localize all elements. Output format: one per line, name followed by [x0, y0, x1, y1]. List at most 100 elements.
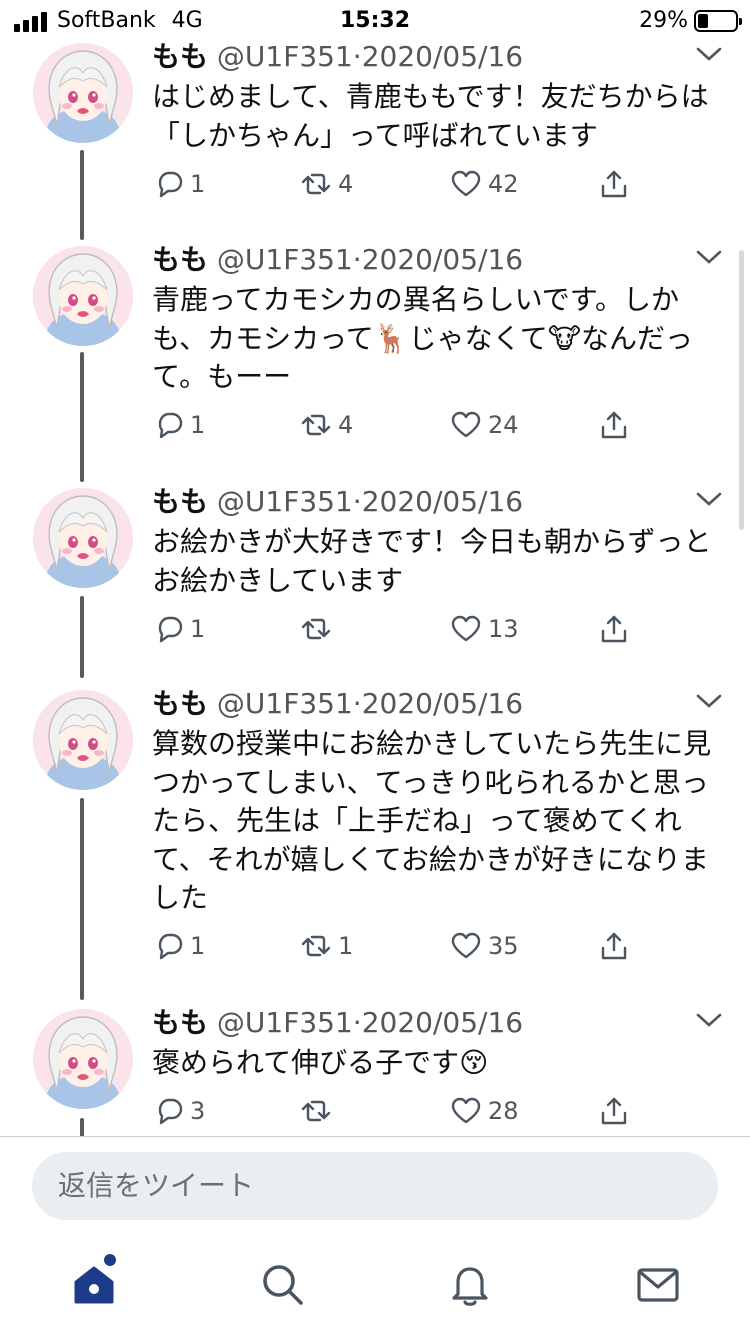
like-count: 13 — [488, 615, 519, 643]
share-button[interactable] — [598, 168, 630, 200]
display-name[interactable]: もも — [152, 485, 208, 518]
reply-count: 1 — [190, 411, 206, 439]
tweet-header: もも @U1F351·2020/05/16 — [152, 243, 523, 277]
avatar[interactable] — [33, 488, 133, 588]
tweet-text: お絵かきが大好きです！今日も朝からずっとお絵かきしています — [152, 525, 712, 597]
like-button[interactable]: 24 — [450, 409, 519, 441]
battery-status: 29% — [639, 8, 742, 33]
heart-icon — [451, 411, 481, 438]
tab-search[interactable] — [258, 1260, 306, 1308]
like-button[interactable]: 42 — [450, 168, 519, 200]
like-button[interactable]: 13 — [450, 613, 519, 645]
reply-button[interactable]: 1 — [152, 409, 205, 441]
thread-connector — [80, 150, 84, 240]
reply-count: 1 — [190, 170, 206, 198]
retweet-icon — [301, 935, 331, 957]
separator: · — [352, 243, 362, 276]
reply-count: 3 — [190, 1097, 206, 1125]
heart-icon — [451, 932, 481, 959]
chevron-down-icon[interactable] — [696, 1012, 722, 1028]
reply-icon — [158, 171, 183, 198]
tab-home[interactable] — [70, 1260, 118, 1308]
reply-button[interactable]: 1 — [152, 613, 205, 645]
tab-bar — [0, 1236, 750, 1334]
chevron-down-icon[interactable] — [696, 249, 722, 265]
like-button[interactable]: 28 — [450, 1095, 519, 1127]
display-name[interactable]: もも — [152, 1006, 208, 1039]
thread-connector — [80, 352, 84, 482]
chevron-down-icon[interactable] — [696, 693, 722, 709]
retweet-button[interactable]: 4 — [300, 168, 353, 200]
messages-icon — [637, 1268, 679, 1302]
reply-button[interactable]: 3 — [152, 1095, 205, 1127]
chevron-down-icon[interactable] — [696, 491, 722, 507]
display-name[interactable]: もも — [152, 243, 208, 276]
share-button[interactable] — [598, 930, 630, 962]
reply-button[interactable]: 1 — [152, 168, 205, 200]
user-handle[interactable]: @U1F351 — [217, 40, 353, 73]
user-handle[interactable]: @U1F351 — [217, 243, 353, 276]
like-button[interactable]: 35 — [450, 930, 519, 962]
retweet-button[interactable] — [300, 1095, 338, 1127]
tweet-date[interactable]: 2020/05/16 — [362, 485, 523, 518]
separator: · — [352, 687, 362, 720]
tweet-thread[interactable]: もも @U1F351·2020/05/16 はじめまして、青鹿ももです！友だちか… — [0, 40, 750, 1136]
tab-notifications[interactable] — [446, 1260, 494, 1308]
heart-icon — [451, 615, 481, 642]
share-button[interactable] — [598, 613, 630, 645]
share-button[interactable] — [598, 1095, 630, 1127]
unread-indicator — [104, 1254, 116, 1266]
retweet-icon — [301, 414, 331, 436]
user-handle[interactable]: @U1F351 — [217, 687, 353, 720]
reply-icon — [158, 616, 183, 643]
reply-icon — [158, 1098, 183, 1125]
text-segment: じゃなくて — [408, 321, 548, 355]
user-handle[interactable]: @U1F351 — [217, 1006, 353, 1039]
display-name[interactable]: もも — [152, 40, 208, 73]
chevron-down-icon[interactable] — [696, 46, 722, 62]
tweet-date[interactable]: 2020/05/16 — [362, 687, 523, 720]
retweet-icon — [301, 173, 331, 195]
thread-connector — [80, 798, 84, 1000]
heart-icon — [451, 1097, 481, 1124]
tweet-header: もも @U1F351·2020/05/16 — [152, 40, 523, 74]
reply-count: 1 — [190, 932, 206, 960]
share-icon — [601, 170, 627, 198]
scrollbar[interactable] — [739, 250, 744, 530]
tweet-actions: 1 13 — [152, 613, 632, 647]
notifications-icon — [452, 1267, 488, 1306]
retweet-button[interactable]: 1 — [300, 930, 353, 962]
avatar[interactable] — [33, 43, 133, 143]
status-bar: SoftBank 4G 15:32 29% — [0, 0, 750, 40]
thread-connector — [80, 596, 84, 678]
tweet-actions: 1 4 42 — [152, 168, 632, 202]
like-count: 28 — [488, 1097, 519, 1125]
separator: · — [352, 1006, 362, 1039]
tweet-actions: 3 28 — [152, 1095, 632, 1129]
reply-button[interactable]: 1 — [152, 930, 205, 962]
tweet-date[interactable]: 2020/05/16 — [362, 243, 523, 276]
battery-percent: 29% — [639, 8, 688, 33]
retweet-button[interactable] — [300, 613, 338, 645]
tweet-date[interactable]: 2020/05/16 — [362, 40, 523, 73]
share-button[interactable] — [598, 409, 630, 441]
avatar[interactable] — [33, 1009, 133, 1109]
tweet-date[interactable]: 2020/05/16 — [362, 1006, 523, 1039]
avatar[interactable] — [33, 690, 133, 790]
text-segment: 褒められて伸びる子です — [152, 1046, 460, 1079]
tweet-text: 算数の授業中にお絵かきしていたら先生に見つかってしまい、てっきり叱られるかと思っ… — [152, 727, 712, 914]
tab-messages[interactable] — [634, 1260, 682, 1308]
clock: 15:32 — [339, 8, 411, 33]
reply-icon — [158, 933, 183, 960]
reply-input[interactable]: 返信をツイート — [32, 1152, 718, 1220]
retweet-icon — [301, 1100, 331, 1122]
retweet-button[interactable]: 4 — [300, 409, 353, 441]
reply-icon — [158, 412, 183, 439]
user-handle[interactable]: @U1F351 — [217, 485, 353, 518]
display-name[interactable]: もも — [152, 687, 208, 720]
kissing-face-emoji: 😚 — [459, 1046, 489, 1079]
like-count: 35 — [488, 932, 519, 960]
battery-icon — [694, 9, 742, 32]
tweet-text: 褒められて伸びる子です😚 — [152, 1044, 727, 1083]
avatar[interactable] — [33, 246, 133, 346]
